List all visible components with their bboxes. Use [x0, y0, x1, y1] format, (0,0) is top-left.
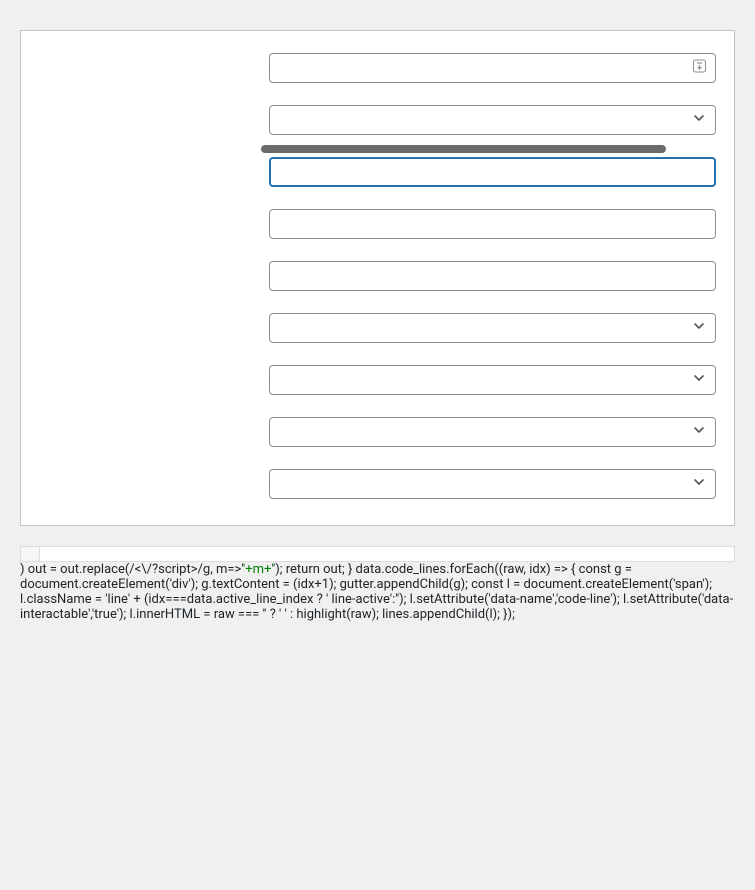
input-key-icon [693, 60, 706, 77]
site-display-dropdown [261, 145, 666, 153]
snippet-settings-box [20, 30, 735, 526]
display-to-select[interactable] [269, 417, 716, 447]
snippet-name-input[interactable] [269, 53, 716, 83]
status-select[interactable] [269, 469, 716, 499]
code-editor-lines[interactable] [40, 547, 734, 561]
snippet-type-select[interactable] [269, 105, 716, 135]
code-editor[interactable] [20, 546, 735, 562]
code-editor-gutter [21, 547, 40, 561]
exclude-posts-select[interactable] [269, 261, 716, 291]
site-display-select[interactable] [269, 157, 716, 187]
location-select[interactable] [269, 313, 716, 343]
device-display-select[interactable] [269, 365, 716, 395]
exclude-pages-select[interactable] [269, 209, 716, 239]
